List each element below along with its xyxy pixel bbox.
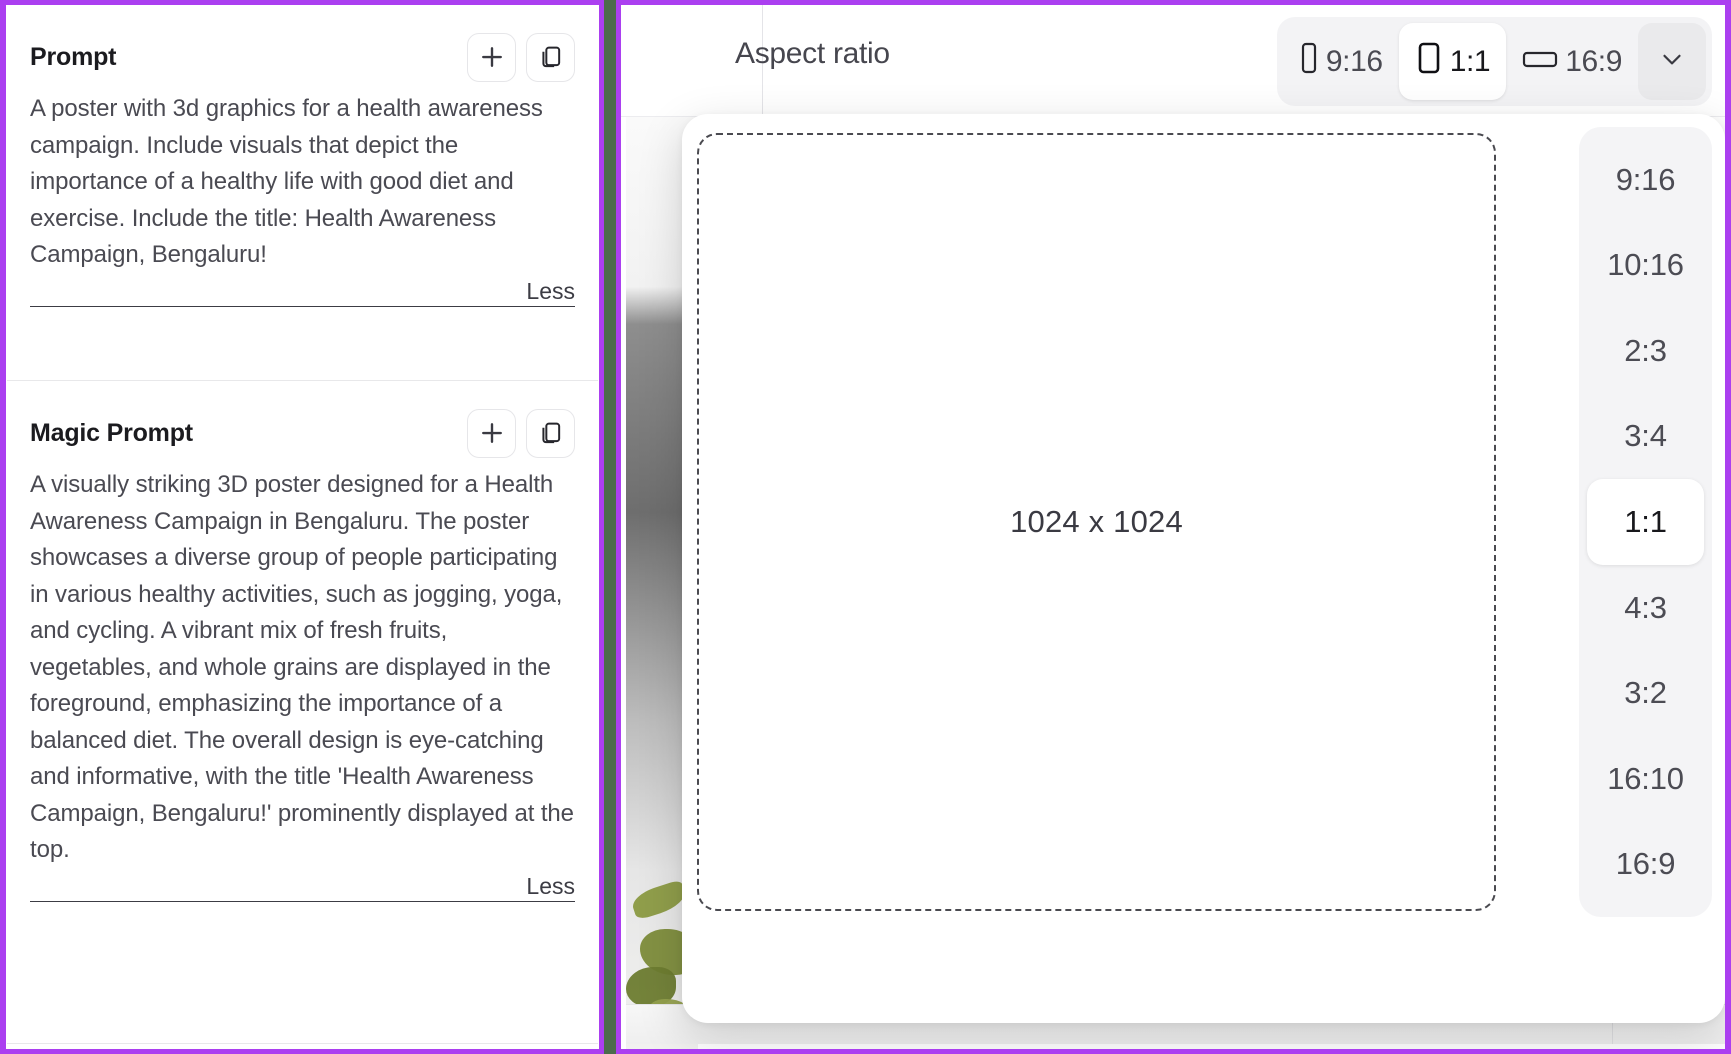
ratio-list-item-3-4[interactable]: 3:4 — [1587, 394, 1704, 480]
magic-prompt-card-actions — [467, 408, 575, 458]
magic-prompt-text: A visually striking 3D poster designed f… — [30, 471, 574, 863]
ratio-list-item-16-9[interactable]: 16:9 — [1587, 822, 1704, 908]
portrait-rect-icon — [1299, 42, 1319, 82]
left-panel: Prompt A poster with 3d graphics for a h… — [0, 0, 604, 1054]
aspect-ratio-option-label: 9:16 — [1325, 44, 1383, 78]
magic-prompt-card-header: Magic Prompt — [30, 381, 575, 459]
prompt-toggle-row: Less — [30, 274, 575, 307]
canvas-preview-box[interactable]: 1024 x 1024 — [697, 133, 1496, 911]
ratio-list-item-2-3[interactable]: 2:3 — [1587, 308, 1704, 394]
magic-prompt-title: Magic Prompt — [30, 418, 193, 447]
prompt-less-toggle[interactable]: Less — [30, 277, 575, 307]
prompt-card: Prompt A poster with 3d graphics for a h… — [6, 5, 599, 380]
magic-prompt-copy-button[interactable] — [526, 408, 575, 458]
aspect-ratio-expand-button[interactable] — [1638, 23, 1706, 100]
panel-gap-divider — [604, 0, 616, 1054]
prompt-title: Prompt — [30, 42, 117, 71]
aspect-ratio-label: Aspect ratio — [735, 37, 890, 70]
aspect-ratio-option-list: 9:16 10:16 2:3 3:4 1:1 4:3 3:2 16:10 16:… — [1579, 127, 1712, 917]
prompt-card-header: Prompt — [30, 5, 575, 83]
ratio-list-item-16-10[interactable]: 16:10 — [1587, 736, 1704, 822]
leaf-shape — [629, 879, 689, 921]
right-panel: Aspect ratio 9:16 1:1 16:9 1024 x 1024 9… — [616, 0, 1731, 1054]
aspect-ratio-toolbar: Aspect ratio 9:16 1:1 16:9 — [621, 5, 1725, 117]
aspect-ratio-popup: 1024 x 1024 9:16 10:16 2:3 3:4 1:1 4:3 3… — [682, 114, 1725, 1023]
aspect-ratio-option-16-9[interactable]: 16:9 — [1506, 23, 1638, 100]
square-rect-icon — [1415, 41, 1443, 83]
magic-prompt-toggle-row: Less — [30, 869, 575, 902]
ratio-list-item-9-16[interactable]: 9:16 — [1587, 137, 1704, 223]
copy-icon — [537, 419, 565, 447]
prompt-card-actions — [467, 32, 575, 82]
prompt-text: A poster with 3d graphics for a health a… — [30, 95, 543, 268]
plus-icon — [477, 418, 507, 448]
preview-dimensions-label: 1024 x 1024 — [1010, 504, 1183, 539]
plus-icon — [477, 42, 507, 72]
prompt-add-button[interactable] — [467, 32, 516, 82]
magic-prompt-add-button[interactable] — [467, 408, 516, 458]
aspect-ratio-option-1-1[interactable]: 1:1 — [1398, 23, 1507, 100]
right-panel-content: Aspect ratio 9:16 1:1 16:9 1024 x 1024 9… — [621, 5, 1725, 1049]
aspect-ratio-segmented-control: 9:16 1:1 16:9 — [1276, 17, 1712, 106]
magic-prompt-card: Magic Prompt A visually striking 3D post… — [6, 381, 599, 1043]
aspect-ratio-option-label: 16:9 — [1565, 44, 1622, 78]
ratio-list-item-3-2[interactable]: 3:2 — [1587, 650, 1704, 736]
panel-divider-bottom — [7, 1043, 598, 1044]
magic-prompt-less-toggle[interactable]: Less — [30, 872, 575, 902]
ratio-list-item-1-1[interactable]: 1:1 — [1587, 479, 1704, 565]
ratio-list-item-10-16[interactable]: 10:16 — [1587, 223, 1704, 309]
prompt-copy-button[interactable] — [526, 32, 575, 82]
copy-icon — [537, 43, 565, 71]
ratio-list-item-4-3[interactable]: 4:3 — [1587, 565, 1704, 651]
chevron-down-icon — [1657, 44, 1687, 79]
aspect-ratio-option-9-16[interactable]: 9:16 — [1283, 23, 1399, 100]
aspect-ratio-option-label: 1:1 — [1449, 44, 1491, 78]
screenshot-stage: Prompt A poster with 3d graphics for a h… — [0, 0, 1731, 1054]
landscape-rect-icon — [1522, 45, 1558, 79]
